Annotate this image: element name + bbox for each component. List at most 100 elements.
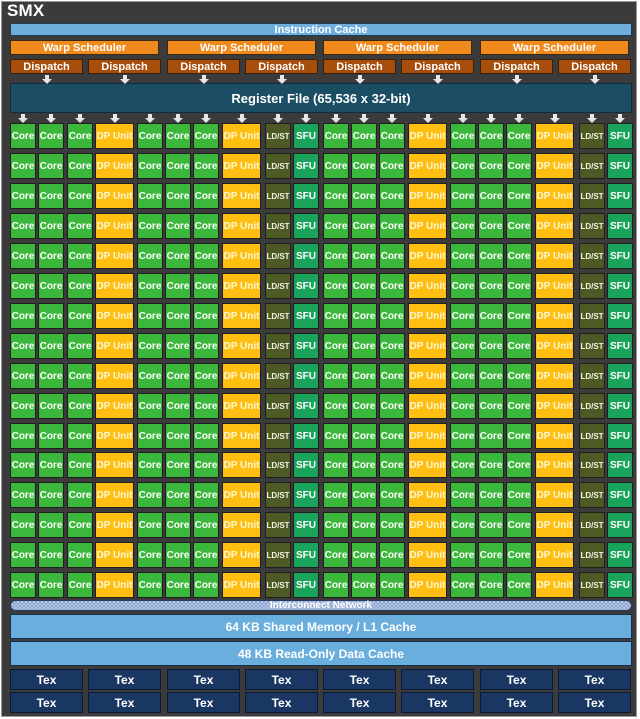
core-unit: Core: [506, 303, 532, 329]
core-unit: Core: [323, 482, 349, 508]
dp-unit: DP Unit: [95, 123, 134, 149]
sfu-unit: SFU: [607, 423, 633, 449]
core-unit: Core: [10, 423, 36, 449]
core-unit: Core: [351, 482, 377, 508]
core-unit: Core: [67, 482, 93, 508]
arrow-down-icon: [615, 114, 625, 123]
core-unit: Core: [351, 363, 377, 389]
core-unit: Core: [478, 273, 504, 299]
sfu-unit: SFU: [293, 572, 319, 598]
arrow-down-icon: [301, 114, 311, 123]
core-unit: Core: [323, 572, 349, 598]
core-unit: Core: [10, 393, 36, 419]
core-unit: Core: [450, 572, 476, 598]
core-unit: Core: [165, 482, 191, 508]
core-unit: Core: [10, 273, 36, 299]
arrow-down-icon: [75, 114, 85, 123]
texture-unit: Tex: [480, 692, 553, 713]
dp-unit: DP Unit: [535, 153, 574, 179]
core-unit: Core: [193, 542, 219, 568]
core-unit: Core: [478, 123, 504, 149]
dp-unit: DP Unit: [408, 273, 447, 299]
arrow-down-icon: [590, 75, 600, 84]
ldst-unit: LD/ST: [579, 452, 605, 478]
sfu-unit: SFU: [607, 153, 633, 179]
core-unit: Core: [506, 393, 532, 419]
interconnect-network: Interconnect Network: [10, 600, 632, 611]
dp-unit: DP Unit: [222, 512, 261, 538]
dp-unit: DP Unit: [535, 572, 574, 598]
core-unit: Core: [379, 572, 405, 598]
core-unit: Core: [323, 183, 349, 209]
core-unit: Core: [165, 452, 191, 478]
dp-unit: DP Unit: [408, 333, 447, 359]
core-unit: Core: [379, 542, 405, 568]
ldst-unit: LD/ST: [579, 512, 605, 538]
arrow-down-icon: [486, 114, 496, 123]
core-unit: Core: [351, 333, 377, 359]
dp-unit: DP Unit: [408, 542, 447, 568]
core-unit: Core: [10, 452, 36, 478]
core-unit: Core: [351, 183, 377, 209]
texture-unit: Tex: [558, 669, 631, 690]
core-unit: Core: [67, 243, 93, 269]
dp-unit: DP Unit: [535, 542, 574, 568]
texture-unit: Tex: [10, 669, 83, 690]
core-unit: Core: [67, 183, 93, 209]
dp-unit: DP Unit: [408, 512, 447, 538]
core-unit: Core: [193, 512, 219, 538]
core-unit: Core: [450, 482, 476, 508]
core-unit: Core: [38, 213, 64, 239]
texture-unit: Tex: [10, 692, 83, 713]
sfu-unit: SFU: [607, 183, 633, 209]
core-unit: Core: [450, 123, 476, 149]
register-file: Register File (65,536 x 32-bit): [10, 83, 632, 113]
core-unit: Core: [165, 333, 191, 359]
core-unit: Core: [478, 393, 504, 419]
core-unit: Core: [38, 542, 64, 568]
arrow-down-icon: [120, 75, 130, 84]
sfu-unit: SFU: [293, 363, 319, 389]
texture-unit: Tex: [323, 669, 396, 690]
dp-unit: DP Unit: [222, 393, 261, 419]
core-unit: Core: [67, 512, 93, 538]
dp-unit: DP Unit: [408, 363, 447, 389]
core-unit: Core: [38, 452, 64, 478]
core-unit: Core: [351, 512, 377, 538]
core-unit: Core: [450, 512, 476, 538]
core-unit: Core: [137, 542, 163, 568]
sfu-unit: SFU: [293, 213, 319, 239]
core-unit: Core: [137, 183, 163, 209]
core-unit: Core: [379, 183, 405, 209]
dp-unit: DP Unit: [408, 393, 447, 419]
core-unit: Core: [506, 482, 532, 508]
sfu-unit: SFU: [607, 333, 633, 359]
core-unit: Core: [38, 153, 64, 179]
core-unit: Core: [165, 123, 191, 149]
dp-unit: DP Unit: [95, 572, 134, 598]
dp-unit: DP Unit: [408, 423, 447, 449]
core-unit: Core: [10, 512, 36, 538]
dp-unit: DP Unit: [535, 303, 574, 329]
dp-unit: DP Unit: [222, 572, 261, 598]
core-unit: Core: [67, 303, 93, 329]
core-unit: Core: [10, 213, 36, 239]
ldst-unit: LD/ST: [579, 123, 605, 149]
core-unit: Core: [450, 303, 476, 329]
core-unit: Core: [478, 243, 504, 269]
core-unit: Core: [165, 423, 191, 449]
ldst-unit: LD/ST: [265, 452, 291, 478]
core-unit: Core: [379, 423, 405, 449]
ldst-unit: LD/ST: [265, 303, 291, 329]
ldst-unit: LD/ST: [265, 363, 291, 389]
arrow-down-icon: [587, 114, 597, 123]
ldst-unit: LD/ST: [579, 363, 605, 389]
core-unit: Core: [165, 183, 191, 209]
core-unit: Core: [38, 243, 64, 269]
arrow-down-icon: [18, 114, 28, 123]
core-unit: Core: [478, 213, 504, 239]
core-unit: Core: [478, 303, 504, 329]
core-unit: Core: [450, 183, 476, 209]
core-unit: Core: [193, 363, 219, 389]
sfu-unit: SFU: [293, 183, 319, 209]
